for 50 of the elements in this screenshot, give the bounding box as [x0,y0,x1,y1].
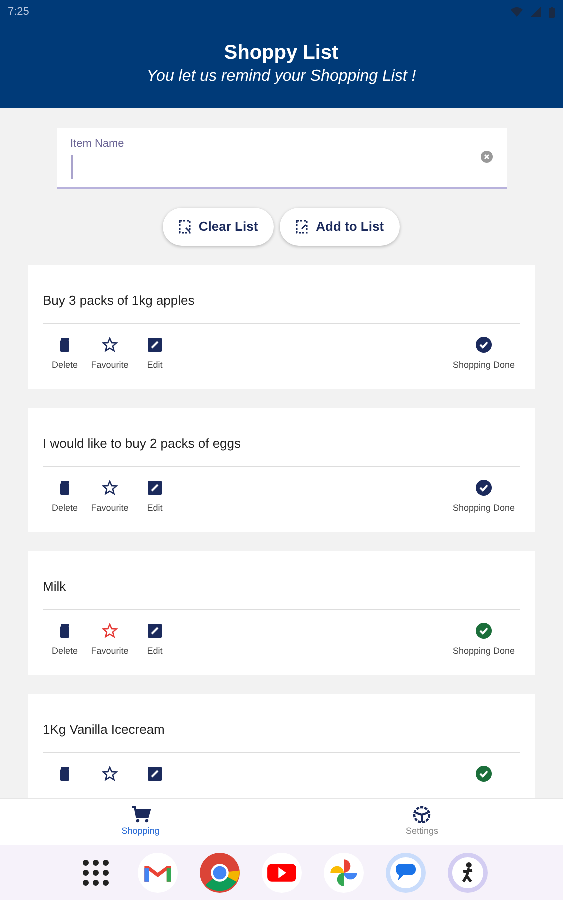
envelope-icon[interactable] [138,852,178,892]
battery-icon [549,6,555,18]
done-label: Shopping Done [452,645,516,658]
wifi-icon [511,7,523,17]
edit-icon[interactable] [147,480,163,496]
app-title: Shoppy List [224,41,339,66]
item-text: I would like to buy 2 packs of eggs [43,434,520,467]
item-name-field[interactable]: Item Name [56,128,506,188]
star-icon[interactable] [102,623,118,639]
edit-icon[interactable] [147,766,163,782]
add-to-list-button[interactable]: Add to List [280,208,400,246]
play-icon[interactable] [262,852,302,892]
star-icon[interactable] [102,337,118,353]
favourite-label: Favourite [91,502,129,515]
delete-label: Delete [52,502,78,515]
edit-label: Edit [147,502,163,515]
star-icon[interactable] [102,766,118,782]
done-label: Shopping Done [452,359,516,372]
delete-label: Delete [52,359,78,372]
signal-icon [531,7,541,17]
item-text: Milk [43,576,520,610]
ring-logo-icon[interactable] [200,852,240,892]
edit-label: Edit [147,645,163,658]
clear-icon[interactable] [480,151,492,164]
shopping-tab[interactable]: Shopping [0,799,282,845]
favourite-label: Favourite [91,645,129,658]
list-icon [296,220,308,234]
star-icon[interactable] [102,480,118,496]
chat-bubble-icon[interactable] [386,852,426,892]
item-text: Buy 3 packs of 1kg apples [43,290,520,324]
settings-icon [412,805,432,824]
status-time: 7:25 [8,4,30,20]
settings-tab[interactable]: Settings [282,799,563,845]
clear-list-button[interactable]: Clear List [162,208,274,246]
list-icon [178,220,191,234]
check-circle-icon[interactable] [476,480,492,496]
delete-label: Delete [52,645,78,658]
check-circle-icon[interactable] [476,766,492,782]
check-circle-icon[interactable] [476,337,492,353]
edit-icon[interactable] [147,623,163,639]
item-text: 1Kg Vanilla Icecream [43,720,520,753]
favourite-label: Favourite [91,359,129,372]
edit-label: Edit [147,359,163,372]
edit-icon[interactable] [147,337,163,353]
figure-icon[interactable] [448,852,488,892]
pinwheel-icon[interactable] [324,852,364,892]
cart-icon [130,805,151,824]
done-label: Shopping Done [452,502,516,515]
check-circle-icon[interactable] [476,623,492,639]
app-subtitle: You let us remind your Shopping List ! [146,67,416,87]
